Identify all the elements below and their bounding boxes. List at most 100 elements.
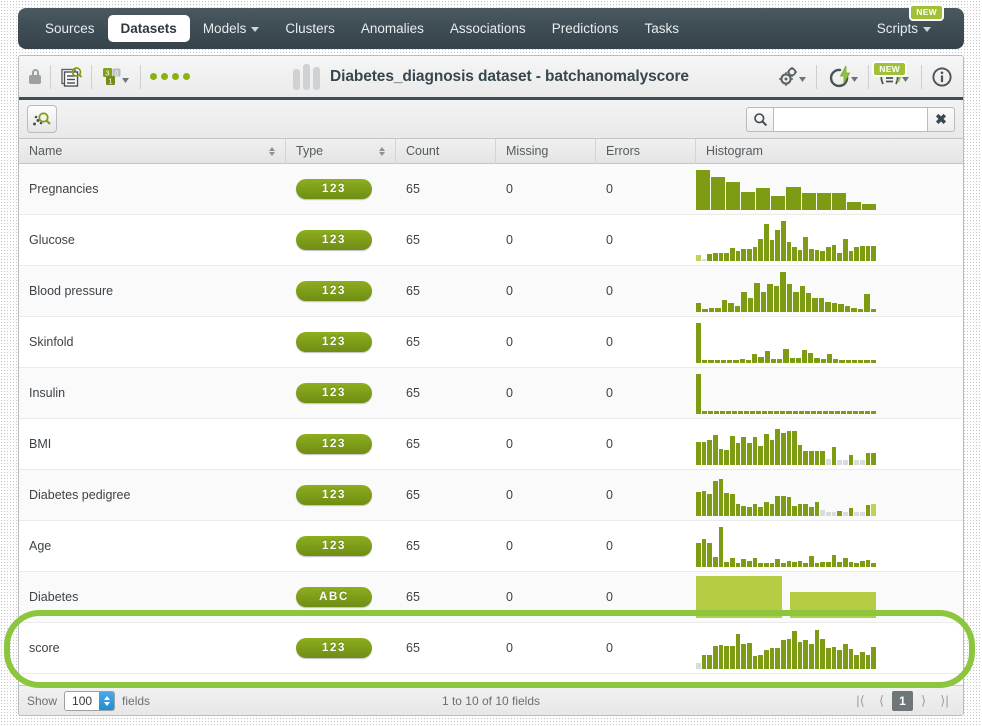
name-value: Diabetes — [29, 590, 79, 604]
nav-item-associations[interactable]: Associations — [437, 15, 539, 42]
histogram-bar — [826, 459, 831, 465]
histogram-bar — [745, 359, 752, 363]
pagination-next[interactable]: ⟩ — [913, 691, 934, 711]
nav-item-scripts[interactable]: Scripts — [864, 15, 944, 42]
page-size-stepper[interactable]: 100 — [64, 690, 116, 711]
histogram-bar — [774, 410, 780, 414]
histogram-bar — [724, 449, 729, 465]
dataset-inspect-icon[interactable] — [60, 66, 82, 88]
histogram-bar — [860, 460, 865, 465]
histogram-bar — [792, 562, 797, 567]
pagination-first[interactable]: |⟨ — [850, 691, 871, 711]
histogram-bar — [756, 410, 762, 414]
column-header-name[interactable]: Name — [19, 138, 286, 164]
histogram-bar — [837, 460, 843, 465]
table-row[interactable]: Blood pressure 123 65 0 0 — [19, 266, 963, 317]
histogram-bar — [708, 359, 714, 363]
histogram-bar — [814, 629, 820, 669]
gears-icon[interactable] — [777, 66, 807, 88]
histogram-bar — [805, 292, 812, 312]
histogram-bar — [865, 245, 871, 261]
divider — [921, 64, 922, 89]
table-toolbar: ✖ — [19, 100, 963, 139]
cell-errors: 0 — [596, 164, 696, 214]
histogram-bar — [838, 304, 844, 312]
histogram-bar — [702, 359, 708, 363]
histogram-bar — [851, 308, 857, 312]
histogram-bar — [741, 192, 756, 210]
info-icon[interactable] — [931, 66, 953, 88]
histogram-bar — [771, 195, 786, 210]
histogram-bar — [816, 193, 831, 210]
histogram-bar — [818, 298, 825, 312]
search-input[interactable] — [773, 106, 928, 132]
nav-item-clusters[interactable]: Clusters — [272, 15, 348, 42]
pagination-last[interactable]: ⟩| — [934, 691, 955, 711]
sort-icon[interactable] — [269, 146, 275, 156]
pagination-page-1[interactable]: 1 — [892, 690, 913, 711]
histogram-bar — [786, 496, 792, 516]
nav-item-models[interactable]: Models — [190, 15, 273, 42]
nav-item-predictions[interactable]: Predictions — [539, 15, 632, 42]
table-header: Name Type Count Missing Errors Histogram — [19, 138, 963, 164]
table-row[interactable]: BMI 123 65 0 0 — [19, 419, 963, 470]
table-row[interactable]: Age 123 65 0 0 — [19, 521, 963, 572]
histogram-bar — [848, 508, 854, 516]
histogram-bar — [752, 354, 758, 363]
cell-histogram — [696, 266, 963, 316]
cell-type: 123 — [286, 215, 396, 265]
histogram-bar — [843, 512, 848, 516]
table-row[interactable]: Pregnancies 123 65 0 0 — [19, 164, 963, 215]
table-row[interactable]: Insulin 123 65 0 0 — [19, 368, 963, 419]
lock-icon[interactable] — [29, 69, 41, 84]
cell-errors: 0 — [596, 215, 696, 265]
histogram-bar — [837, 253, 843, 261]
field-types-icon[interactable]: 3 0 1 — [101, 66, 131, 88]
histogram-bar — [750, 410, 756, 414]
nav-item-tasks[interactable]: Tasks — [631, 15, 692, 42]
divider — [140, 64, 141, 89]
column-header-missing: Missing — [496, 138, 596, 164]
cell-histogram — [696, 317, 963, 367]
table-row[interactable]: Diabetes pedigree 123 65 0 0 — [19, 470, 963, 521]
histogram-bar — [741, 644, 746, 669]
stepper-arrows-icon[interactable] — [99, 691, 115, 710]
clear-icon[interactable]: ✖ — [928, 106, 955, 132]
table-row[interactable]: Diabetes ABC 65 0 0 — [19, 572, 963, 623]
count-value: 65 — [406, 641, 420, 655]
table-row[interactable]: Glucose 123 65 0 0 — [19, 215, 963, 266]
nav-scripts-group[interactable]: NEW Scripts — [864, 4, 950, 42]
sort-icon[interactable] — [379, 146, 385, 156]
numeric-histogram — [696, 168, 876, 210]
histogram-bar — [814, 563, 820, 567]
histogram-bar — [741, 249, 746, 261]
histogram-bar — [718, 253, 724, 261]
histogram-bar — [858, 359, 864, 363]
nav-item-sources[interactable]: Sources — [32, 15, 108, 42]
nav-item-datasets[interactable]: Datasets — [107, 15, 190, 42]
pagination-prev[interactable]: ⟨ — [871, 691, 892, 711]
scatterplot-search-icon[interactable] — [27, 105, 57, 133]
search-icon[interactable] — [746, 106, 773, 132]
histogram-bar — [790, 591, 876, 618]
histogram-bar — [792, 505, 797, 516]
cell-errors: 0 — [596, 623, 696, 673]
histogram-bar — [727, 359, 733, 363]
column-header-type[interactable]: Type — [286, 138, 396, 164]
cell-errors: 0 — [596, 368, 696, 418]
histogram-bar — [707, 654, 712, 669]
cell-missing: 0 — [496, 215, 596, 265]
histogram-bar — [812, 298, 818, 312]
lightning-icon[interactable] — [826, 65, 859, 89]
histogram-bar — [696, 374, 702, 414]
svg-text:0: 0 — [115, 70, 119, 77]
histogram-bar — [844, 305, 851, 312]
table-row[interactable]: score 123 65 0 0 — [19, 623, 963, 674]
cell-errors: 0 — [596, 317, 696, 367]
table-row[interactable]: Skinfold 123 65 0 0 — [19, 317, 963, 368]
nav-item-anomalies[interactable]: Anomalies — [348, 15, 437, 42]
nav-item-scripts-label: Scripts — [876, 21, 918, 36]
histogram-bar — [854, 460, 860, 465]
cell-count: 65 — [396, 266, 496, 316]
histogram-bar — [846, 202, 861, 210]
